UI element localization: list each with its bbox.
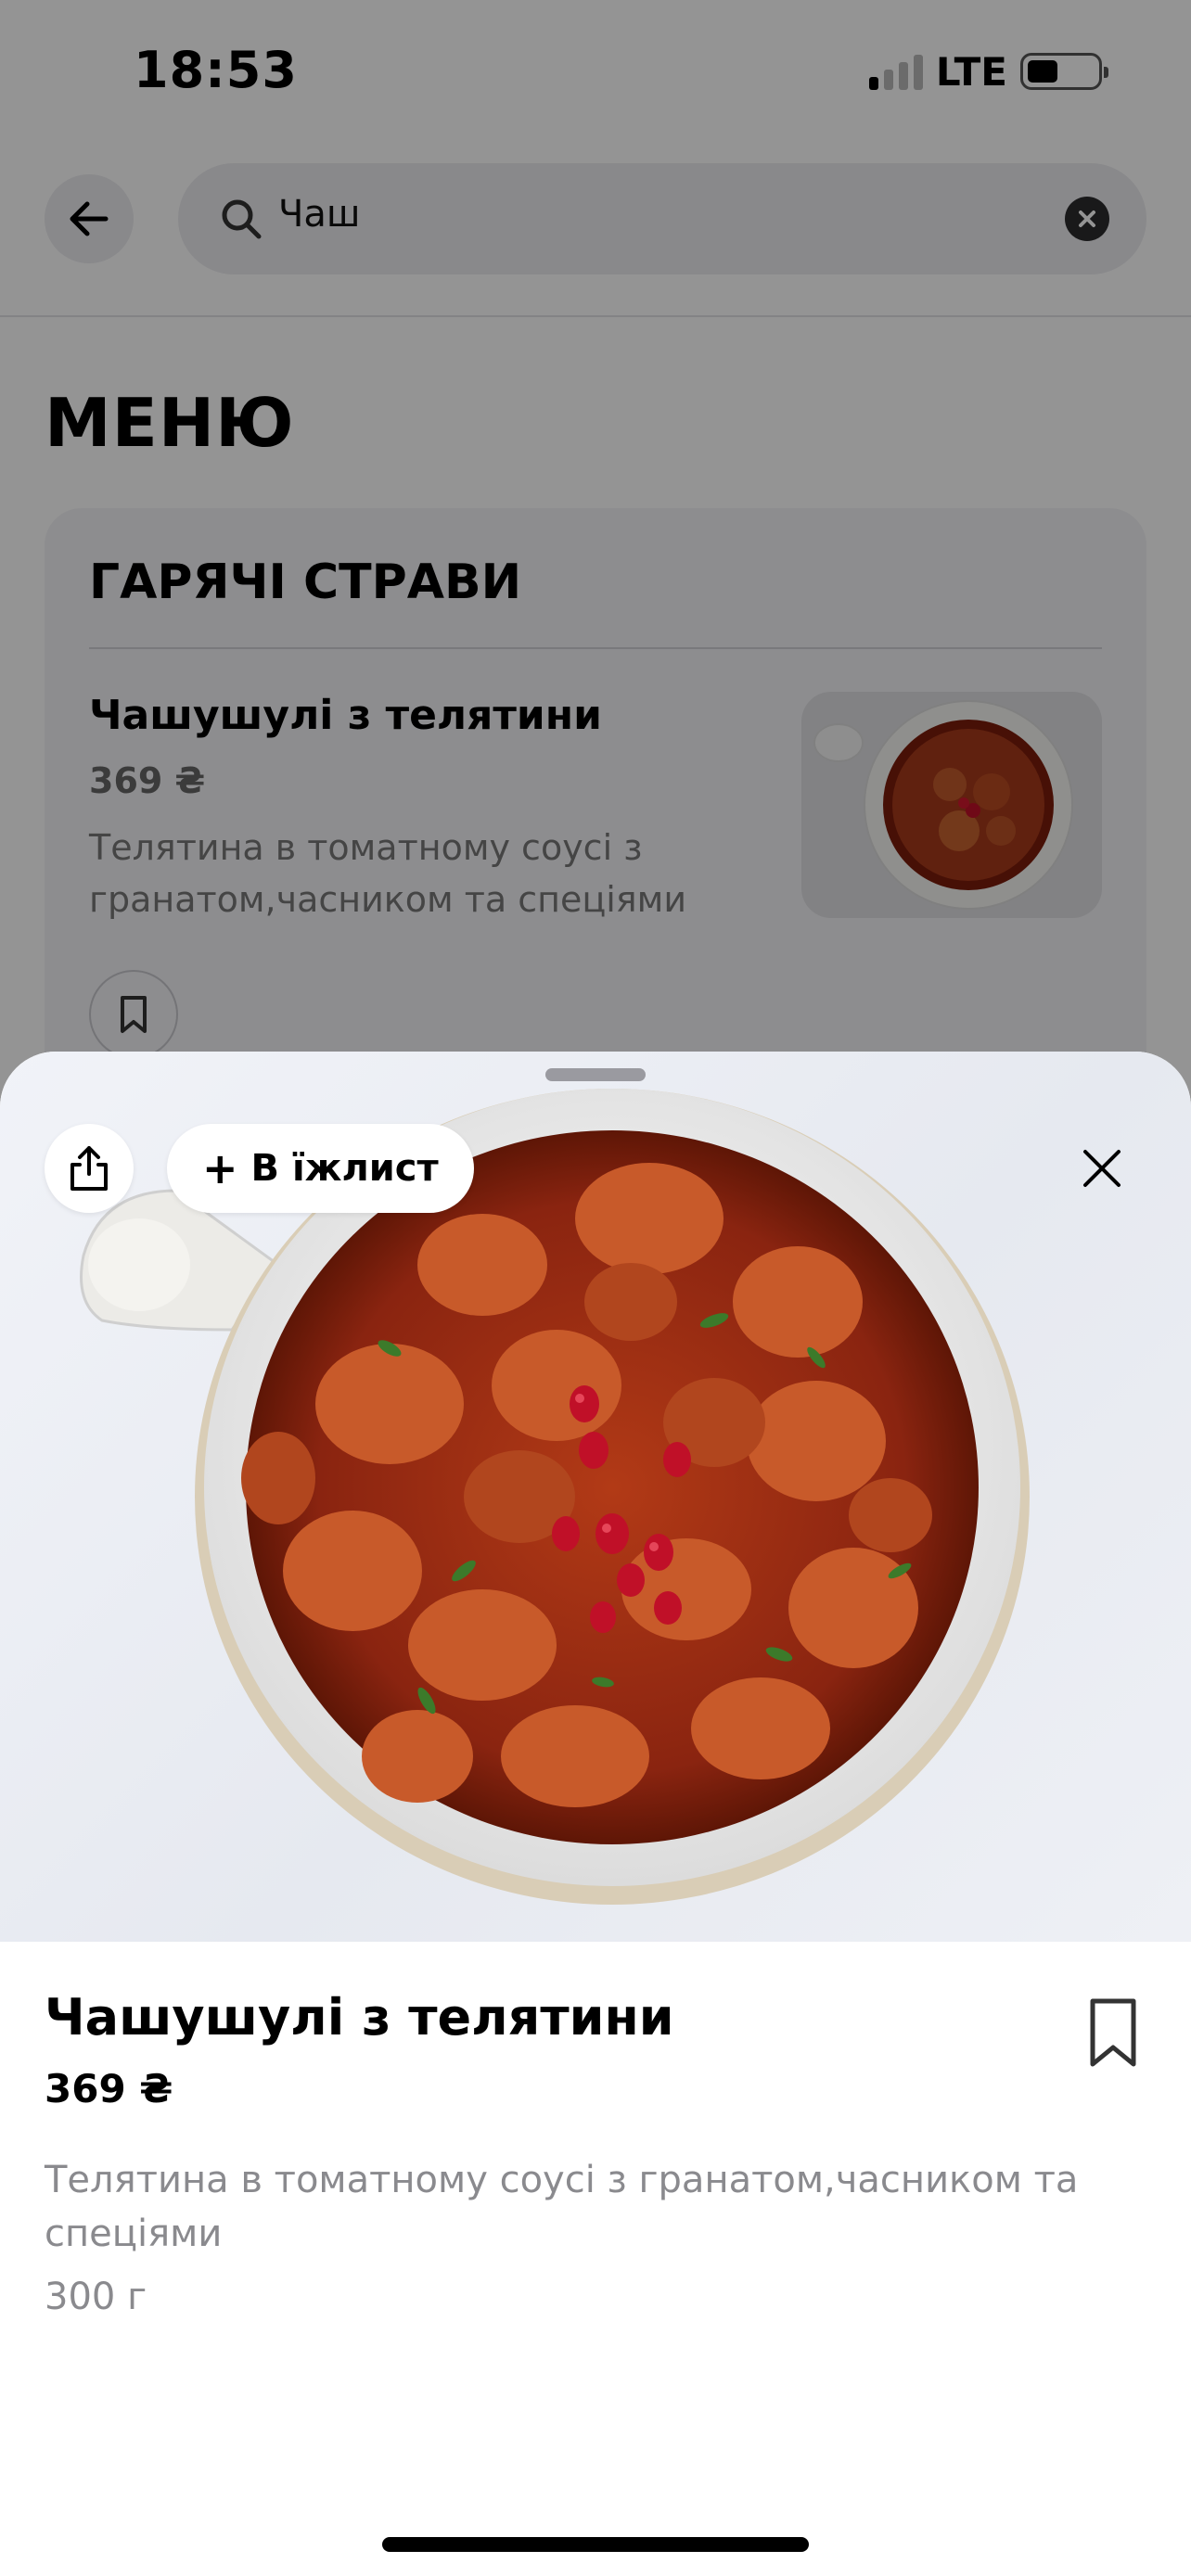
- dish-title: Чашушулі з телятини: [45, 1988, 674, 2047]
- add-to-list-label: В їжлист: [250, 1147, 439, 1190]
- home-indicator[interactable]: [382, 2537, 809, 2552]
- sheet-grabber[interactable]: [545, 1068, 646, 1081]
- share-icon: [70, 1146, 108, 1191]
- dish-detail-sheet: + В їжлист Чашушулі з телятини 369 ₴ Тел…: [0, 1052, 1191, 2576]
- add-to-list-button[interactable]: + В їжлист: [167, 1124, 474, 1213]
- close-icon: [1083, 1150, 1121, 1187]
- bookmark-icon[interactable]: [1080, 1996, 1146, 2070]
- dish-price: 369 ₴: [45, 2066, 173, 2111]
- dish-weight: 300 г: [45, 2276, 147, 2318]
- dish-description: Телятина в томатному соусі з гранатом,ча…: [45, 2159, 1079, 2255]
- close-button[interactable]: [1057, 1124, 1146, 1213]
- plus-icon: +: [202, 1143, 238, 1193]
- share-button[interactable]: [45, 1124, 134, 1213]
